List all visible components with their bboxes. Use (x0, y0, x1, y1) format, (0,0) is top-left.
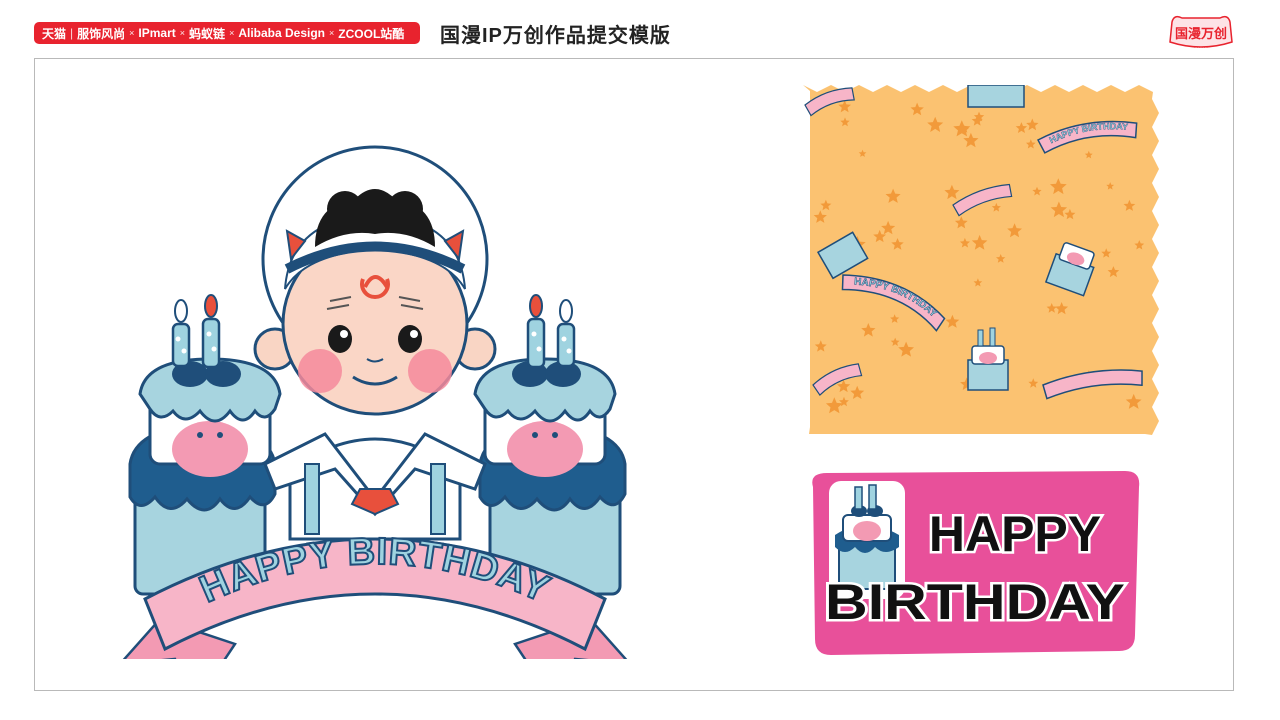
sticker-happy-text: HAPPY (929, 506, 1101, 562)
svg-text:· · · · · ·: · · · · · · (1194, 45, 1208, 50)
character-head (253, 145, 497, 416)
cross-mark: × (129, 28, 135, 38)
cross-mark: × (229, 28, 235, 38)
partner-fashion: 服饰风尚 (77, 26, 126, 41)
character-body (263, 432, 487, 541)
partner-zcool: ZCOOL站酷 (338, 26, 405, 41)
partner-alibaba-design: Alibaba Design (238, 26, 326, 40)
partner-antchain: 蚂蚁链 (189, 26, 226, 41)
pattern-swatch: HAPPY BIRTHDAY HAPPY BIRTHDAY (803, 85, 1159, 435)
partner-tmall: 天猫 (42, 26, 67, 41)
page-title: 国漫IP万创作品提交模版 (440, 25, 671, 47)
birthday-character-illustration: HAPPY BIRTHDAY (122, 145, 628, 659)
artwork-canvas: HAPPY BIRTHDAY HAPPY BIRTHDAY HAPPY BIRT… (34, 58, 1234, 691)
birthday-sticker: HAPPY BIRTHDAY (812, 471, 1140, 655)
partner-separator: | (70, 26, 74, 40)
guoman-logo: 国漫万创 · · · · · · (1169, 15, 1233, 50)
cross-mark: × (179, 28, 186, 38)
sticker-birthday-text: BIRTHDAY (825, 574, 1125, 630)
logo-text: 国漫万创 (1175, 26, 1227, 41)
partner-ipmart: IPmart (138, 26, 176, 40)
pattern-cake (967, 85, 1025, 108)
cross-mark: × (329, 28, 335, 38)
right-cake (473, 294, 627, 596)
partner-bar: 天猫 | 服饰风尚 × IPmart × 蚂蚁链 × Alibaba Desig… (34, 22, 420, 44)
